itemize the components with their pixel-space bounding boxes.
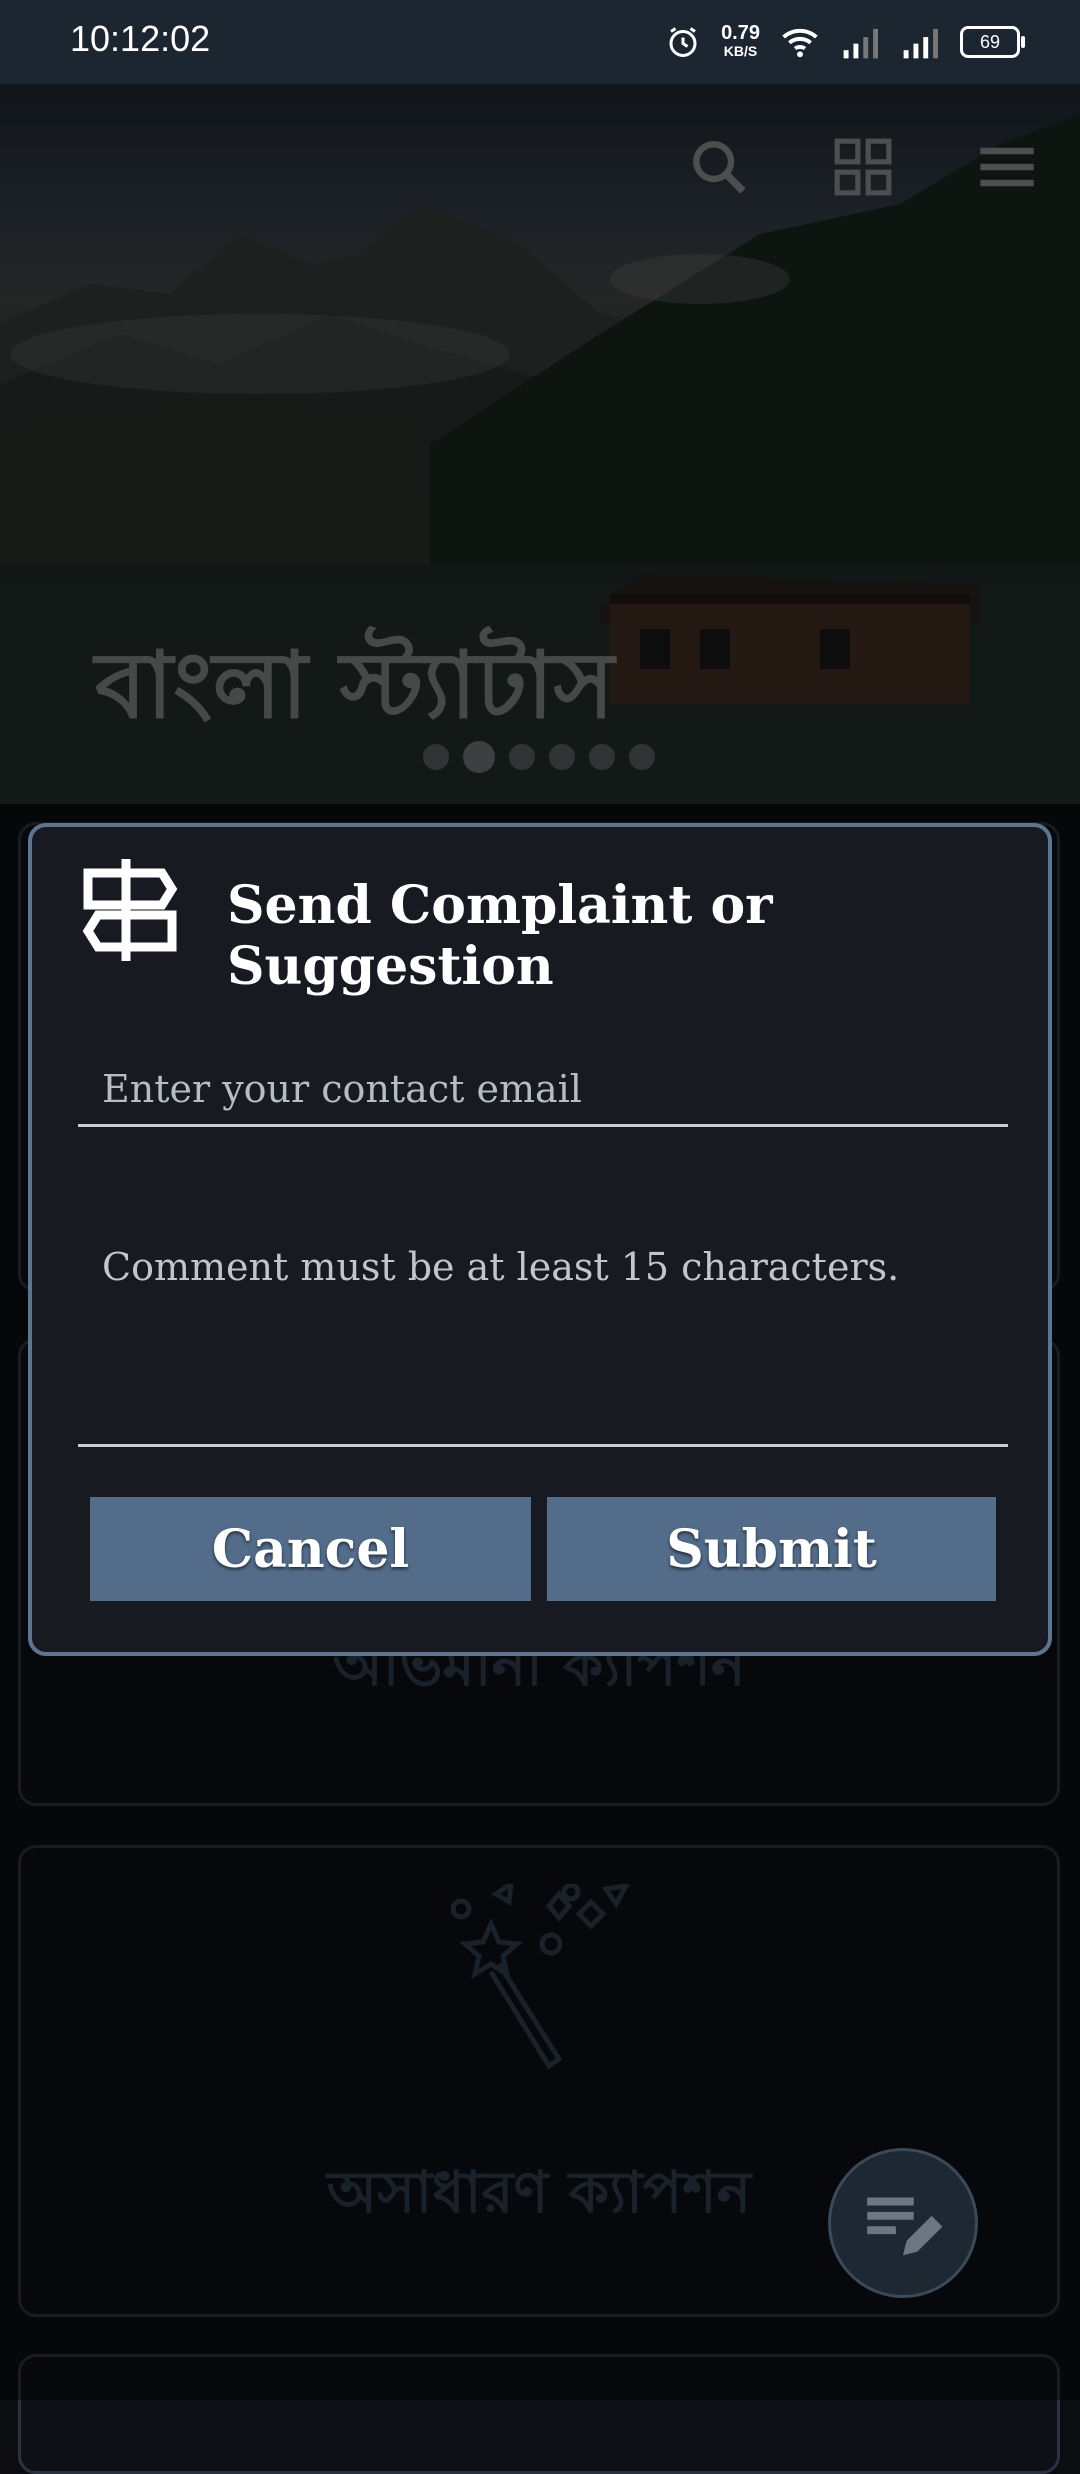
complaint-dialog: Send Complaint or Suggestion Cancel Subm… [28,823,1052,1656]
signal-icon [903,28,938,59]
network-speed-value: 0.79 [721,22,760,44]
dialog-title: Send Complaint or Suggestion [227,875,773,997]
battery-indicator: 69 [960,26,1025,58]
status-time: 10:12:02 [70,18,211,59]
signal-icon [843,28,878,59]
status-icons: 0.79 KB/S 69 [665,18,1025,66]
submit-button[interactable]: Submit [547,1497,996,1601]
network-speed-unit: KB/S [723,43,758,59]
alarm-icon [669,27,697,57]
write-fab[interactable] [828,2148,978,2298]
comment-field[interactable] [78,1207,1008,1447]
email-field[interactable] [78,1053,1008,1127]
wifi-icon [782,28,818,58]
signpost-icon [82,859,178,961]
network-speed: 0.79 KB/S [721,22,760,60]
cancel-button[interactable]: Cancel [90,1497,531,1601]
edit-note-icon [867,2197,943,2256]
status-bar: 10:12:02 0.79 KB/S 69 [0,0,1080,84]
